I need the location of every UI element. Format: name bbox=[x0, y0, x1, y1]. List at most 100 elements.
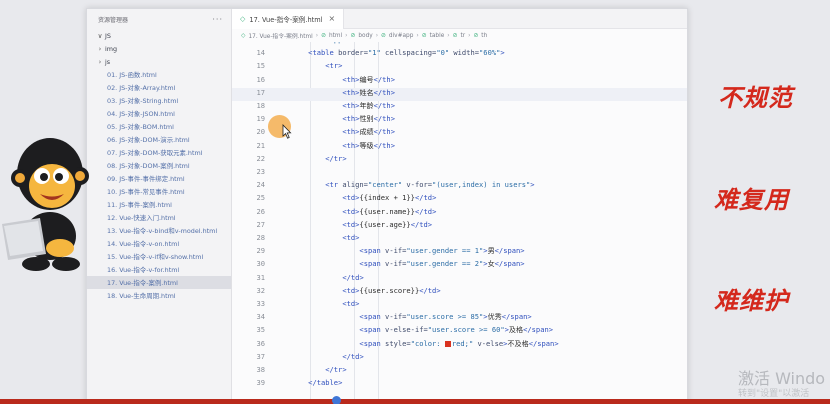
tree-folder-js[interactable]: › js bbox=[87, 55, 231, 68]
code-line[interactable]: 24 <tr align="center" v-for="(user,index… bbox=[232, 180, 687, 193]
chevron-icon: › bbox=[98, 44, 102, 53]
close-icon[interactable]: × bbox=[329, 14, 336, 23]
code-line[interactable]: 36 <span style="color: red;" v-else>不及格<… bbox=[232, 339, 687, 352]
tree-file[interactable]: 13. Vue-指令-v-bind和v-model.html bbox=[87, 224, 231, 237]
line-number: 33 bbox=[256, 299, 265, 308]
line-number: 32 bbox=[256, 285, 265, 295]
tree-file[interactable]: 02. JS-对象-Array.html bbox=[87, 81, 231, 94]
line-number: 23 bbox=[256, 167, 265, 176]
code-line[interactable]: 30 <span v-if="user.gender == 2">女</span… bbox=[232, 259, 687, 272]
breadcrumb-item[interactable]: div#app bbox=[389, 33, 414, 39]
ellipsis-icon[interactable]: ··· bbox=[212, 15, 223, 24]
code-line[interactable]: 26 <td>{{user.name}}</td> bbox=[232, 207, 687, 220]
code-line[interactable]: 18 <th>年龄</th> bbox=[232, 101, 687, 114]
line-number: 28 bbox=[256, 233, 265, 242]
code-line[interactable]: 19 <th>性别</th> bbox=[232, 114, 687, 127]
code-line[interactable]: 27 <td>{{user.age}}</td> bbox=[232, 220, 687, 233]
tree-file[interactable]: 17. Vue-指令-案例.html bbox=[87, 276, 231, 289]
tree-item-label: 03. JS-对象-String.html bbox=[107, 97, 179, 105]
tree-item-label: 18. Vue-生命周期.html bbox=[107, 292, 176, 300]
code-line[interactable]: 20 <th>成绩</th> bbox=[232, 127, 687, 140]
explorer-header: 资源管理器 ··· bbox=[87, 9, 231, 29]
tree-file[interactable]: 11. JS-事件-案例.html bbox=[87, 198, 231, 211]
tree-item-label: 01. JS-函数.html bbox=[107, 71, 157, 79]
tree-folder-img[interactable]: › img bbox=[87, 42, 231, 55]
breadcrumb-item[interactable]: html bbox=[329, 33, 342, 39]
breadcrumb-item[interactable]: 17. Vue-指令-案例.html bbox=[248, 31, 312, 40]
breadcrumb-item[interactable]: tr bbox=[460, 33, 465, 39]
tree-file[interactable]: 08. JS-对象-DOM-案例.html bbox=[87, 159, 231, 172]
vue-icon: ◇ bbox=[241, 32, 246, 39]
code-line[interactable]: 35 <span v-else-if="user.score >= 60">及格… bbox=[232, 325, 687, 338]
code-editor[interactable]: 13 <div id="app"> 14 <table border="1" ce… bbox=[232, 42, 687, 404]
tree-item-label: 17. Vue-指令-案例.html bbox=[107, 279, 178, 287]
line-number: 37 bbox=[256, 351, 265, 361]
breadcrumb-item[interactable]: body bbox=[358, 33, 372, 39]
line-number: 34 bbox=[256, 312, 265, 322]
explorer-panel: 资源管理器 ··· ∨ JS › img › js 01. JS-函数.html 02. JS… bbox=[87, 9, 232, 404]
mouse-pointer-icon bbox=[282, 124, 292, 139]
annotation-not-standard: 不规范 bbox=[718, 83, 793, 112]
tree-item-label: 15. Vue-指令-v-if和v-show.html bbox=[107, 253, 204, 261]
code-line[interactable]: 28 <td> bbox=[232, 233, 687, 246]
tree-file[interactable]: 18. Vue-生命周期.html bbox=[87, 289, 231, 302]
line-number: 38 bbox=[256, 365, 265, 374]
breadcrumb: ◇ 17. Vue-指令-案例.html › ⊘ html › ⊘ body › ⊘ div#app… bbox=[232, 29, 687, 42]
tree-file[interactable]: 16. Vue-指令-v-for.html bbox=[87, 263, 231, 276]
code-line[interactable]: 38 </tr> bbox=[232, 365, 687, 378]
element-icon: ⊘ bbox=[452, 32, 458, 39]
tree-item-label: 14. Vue-指令-v-on.html bbox=[107, 240, 180, 248]
code-line[interactable]: 21 <th>等级</th> bbox=[232, 141, 687, 154]
progress-thumb[interactable] bbox=[332, 396, 341, 404]
code-line[interactable]: 22 </tr> bbox=[232, 154, 687, 167]
code-line[interactable]: 39 </table> bbox=[232, 378, 687, 391]
chevron-icon: ∨ bbox=[97, 31, 103, 40]
tree-item-label: 13. Vue-指令-v-bind和v-model.html bbox=[107, 227, 218, 235]
activation-watermark-sub: 转到"设置"以激活 bbox=[738, 389, 810, 399]
tree-file[interactable]: 06. JS-对象-DOM-演示.html bbox=[87, 133, 231, 146]
explorer-title: 资源管理器 bbox=[98, 16, 129, 24]
code-line[interactable]: 14 <table border="1" cellspacing="0" wid… bbox=[232, 48, 687, 61]
breadcrumb-item[interactable]: table bbox=[430, 33, 445, 39]
code-text: <div id="app"> bbox=[274, 42, 351, 44]
tree-item-label: 06. JS-对象-DOM-演示.html bbox=[107, 136, 190, 144]
editor-main: ◇ 17. Vue-指令-案例.html × ◇ 17. Vue-指令-案例.ht… bbox=[232, 8, 687, 404]
breadcrumb-item[interactable]: th bbox=[481, 33, 487, 39]
line-number: 35 bbox=[256, 325, 265, 335]
video-progress-bar[interactable] bbox=[0, 396, 830, 404]
tree-file[interactable]: 01. JS-函数.html bbox=[87, 68, 231, 81]
tree-file[interactable]: 04. JS-对象-JSON.html bbox=[87, 107, 231, 120]
code-line[interactable]: 33 <td> bbox=[232, 299, 687, 312]
line-number: 30 bbox=[256, 259, 265, 269]
code-line[interactable]: 32 <td>{{user.score}}</td> bbox=[232, 286, 687, 299]
code-line[interactable]: 15 <tr> bbox=[232, 61, 687, 74]
tree-file[interactable]: 09. JS-事件-事件绑定.html bbox=[87, 172, 231, 185]
line-number: 26 bbox=[256, 206, 265, 216]
tree-file[interactable]: 07. JS-对象-DOM-获取元素.html bbox=[87, 146, 231, 159]
code-line[interactable]: 17 <th>姓名</th> bbox=[232, 87, 687, 101]
code-text: <td>{{user.score}}</td> bbox=[342, 285, 441, 295]
code-line[interactable]: 37 </td> bbox=[232, 352, 687, 365]
tab-active-file[interactable]: ◇ 17. Vue-指令-案例.html × bbox=[232, 8, 345, 29]
tree-item-label: 12. Vue-快速入门.html bbox=[107, 214, 176, 222]
tree-file[interactable]: 05. JS-对象-BOM.html bbox=[87, 120, 231, 133]
line-number: 13 bbox=[232, 42, 265, 44]
tree-root-folder[interactable]: ∨ JS bbox=[87, 29, 231, 42]
code-line[interactable]: 23 bbox=[232, 167, 687, 180]
tree-file[interactable]: 14. Vue-指令-v-on.html bbox=[87, 237, 231, 250]
tree-file[interactable]: 15. Vue-指令-v-if和v-show.html bbox=[87, 250, 231, 263]
element-icon: ⊘ bbox=[381, 32, 386, 39]
tree-file[interactable]: 03. JS-对象-String.html bbox=[87, 94, 231, 107]
tree-file[interactable]: 10. JS-事件-常见事件.html bbox=[87, 185, 231, 198]
chevron-right-icon: › bbox=[375, 32, 379, 39]
element-icon: ⊘ bbox=[321, 32, 326, 39]
tree-file[interactable]: 12. Vue-快速入门.html bbox=[87, 211, 231, 224]
line-number: 29 bbox=[256, 246, 265, 256]
code-line[interactable]: 31 </td> bbox=[232, 273, 687, 286]
tree-item-label: 09. JS-事件-事件绑定.html bbox=[107, 175, 185, 183]
code-line[interactable]: 29 <span v-if="user.gender == 1">男</span… bbox=[232, 246, 687, 259]
code-line[interactable]: 16 <th>编号</th> bbox=[232, 75, 687, 88]
code-line[interactable]: 25 <td>{{index + 1}}</td> bbox=[232, 193, 687, 206]
chevron-right-icon: › bbox=[416, 32, 419, 39]
code-line[interactable]: 34 <span v-if="user.score >= 85">优秀</spa… bbox=[232, 312, 687, 325]
